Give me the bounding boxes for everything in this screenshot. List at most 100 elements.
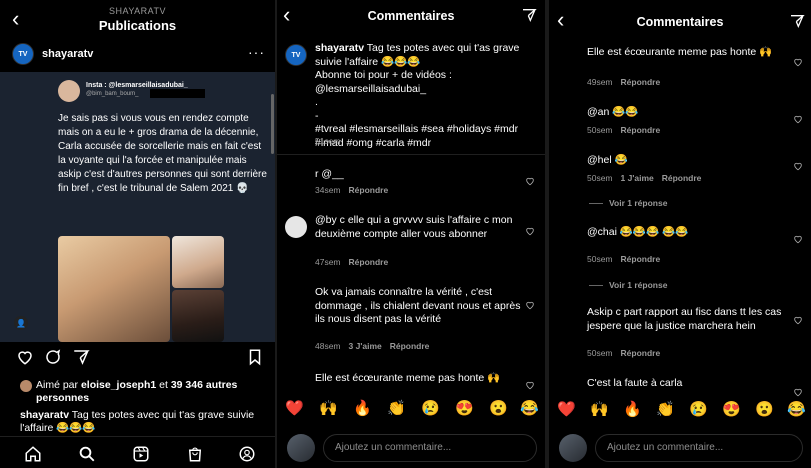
author-username[interactable]: shayaratv	[42, 48, 93, 60]
send-icon[interactable]	[789, 13, 805, 29]
comment-meta: 47sem Répondre	[315, 257, 396, 267]
comment-text: @an 😂😂	[587, 106, 639, 118]
comment-time: 50sem	[587, 348, 613, 358]
reply-button[interactable]: Répondre	[621, 125, 661, 135]
comment-icon[interactable]	[44, 348, 62, 366]
photo-portrait-brunette	[172, 290, 224, 342]
reply-button[interactable]: Répondre	[621, 348, 661, 358]
comment-like-icon[interactable]	[793, 387, 803, 397]
bottom-navigation	[0, 436, 275, 468]
emoji-clap[interactable]: 👏	[387, 400, 406, 418]
likes-user[interactable]: eloise_joseph1	[81, 379, 156, 391]
comment-like-icon[interactable]	[793, 234, 803, 244]
emoji-heart-eyes[interactable]: 😍	[722, 401, 741, 419]
page-title: Commentaires	[636, 15, 724, 29]
current-user-avatar	[287, 434, 315, 462]
author-avatar[interactable]: TV	[285, 44, 307, 66]
emoji-laugh[interactable]: 😂	[520, 400, 539, 418]
header: ‹ Commentaires	[549, 0, 811, 31]
comment-time: 47sem	[315, 257, 341, 267]
view-replies-label[interactable]: Voir 1 réponse	[609, 280, 667, 290]
emoji-clap[interactable]: 👏	[656, 401, 675, 419]
comments-panel-2: ‹ Commentaires Elle est écœurante meme p…	[549, 0, 811, 468]
emoji-cry[interactable]: 😢	[421, 400, 440, 418]
comment-like-icon[interactable]	[525, 176, 535, 186]
reply-button[interactable]: Répondre	[621, 77, 661, 87]
comment-like-icon[interactable]	[793, 114, 803, 124]
reply-button[interactable]: Répondre	[349, 185, 389, 195]
reply-button[interactable]: Répondre	[390, 341, 430, 351]
comment-text: Ok va jamais connaître la vérité , c'est…	[315, 286, 521, 325]
reels-icon[interactable]	[132, 445, 150, 463]
comment-text: Askip c part rapport au fisc dans tt les…	[587, 306, 782, 332]
send-icon[interactable]	[521, 7, 537, 23]
comment-like-icon[interactable]	[793, 57, 803, 67]
author-avatar[interactable]: TV	[12, 43, 34, 65]
comment-like-icon[interactable]	[525, 226, 535, 236]
comment-like-icon[interactable]	[525, 300, 535, 310]
comment-text: @hel 😂	[587, 154, 628, 166]
emoji-surprised[interactable]: 😮	[489, 400, 508, 418]
reply-button[interactable]: Répondre	[621, 254, 661, 264]
user-tag-icon[interactable]: 👤	[14, 316, 28, 330]
emoji-fire[interactable]: 🔥	[353, 400, 372, 418]
emoji-raised-hands[interactable]: 🙌	[590, 401, 609, 419]
home-icon[interactable]	[24, 445, 42, 463]
emoji-heart[interactable]: ❤️	[557, 401, 576, 419]
comment-like-icon[interactable]	[525, 380, 535, 390]
comment-meta: 49sem Répondre	[587, 77, 668, 87]
caption-line: .	[315, 96, 318, 108]
commenter-avatar[interactable]	[285, 216, 307, 238]
post-media[interactable]: Insta : @lesmarseillaisadubai_ @bim_bam_…	[0, 72, 275, 342]
emoji-surprised[interactable]: 😮	[755, 401, 774, 419]
current-user-avatar	[559, 434, 587, 462]
shop-icon[interactable]	[186, 445, 204, 463]
comment-likes-count[interactable]: 3 J'aime	[349, 341, 382, 351]
reply-button[interactable]: Répondre	[349, 257, 389, 267]
comment-input-placeholder[interactable]: Ajoutez un commentaire...	[335, 442, 451, 453]
comment-text: @chai 😂😂😂 😂😂	[587, 226, 689, 238]
emoji-heart-eyes[interactable]: 😍	[455, 400, 474, 418]
comment-time: 51sem	[315, 136, 341, 146]
caption-line: -	[315, 109, 319, 122]
comment-meta: 50sem Répondre	[587, 125, 668, 135]
comment-meta: 34sem Répondre	[315, 185, 396, 195]
emoji-laugh[interactable]: 😂	[787, 401, 806, 419]
caption-meta: 51sem	[315, 136, 349, 146]
reply-button[interactable]: Répondre	[662, 173, 702, 183]
emoji-cry[interactable]: 😢	[689, 401, 708, 419]
comment-text: @by c elle qui a grvvvv suis l'affaire c…	[315, 214, 513, 240]
comment-likes-count[interactable]: 1 J'aime	[621, 173, 654, 183]
emoji-fire[interactable]: 🔥	[623, 401, 642, 419]
view-replies-label[interactable]: Voir 1 réponse	[609, 198, 667, 208]
emoji-quick-reactions: ❤️ 🙌 🔥 👏 😢 😍 😮 😂	[277, 397, 545, 425]
more-options-icon[interactable]: ···	[248, 44, 265, 60]
emoji-heart[interactable]: ❤️	[285, 400, 304, 418]
emoji-raised-hands[interactable]: 🙌	[319, 400, 338, 418]
comment-input-placeholder[interactable]: Ajoutez un commentaire...	[607, 442, 723, 453]
comment-like-icon[interactable]	[793, 315, 803, 325]
comment-text: Elle est écœurante meme pas honte 🙌	[315, 372, 501, 384]
comment-meta: 50sem 1 J'aime Répondre	[587, 173, 709, 183]
search-icon[interactable]	[78, 445, 96, 463]
comment-like-icon[interactable]	[793, 161, 803, 171]
redacted-avatar	[285, 288, 307, 310]
tweet-handle: @bim_bam_boum_	[86, 91, 139, 97]
profile-icon[interactable]	[238, 445, 256, 463]
post-caption: shayaratv Tag tes potes avec qui t'as gr…	[20, 409, 270, 435]
view-replies-button[interactable]: Voir 1 réponse	[609, 198, 675, 208]
header: ‹ Commentaires	[277, 0, 545, 30]
comment-time: 49sem	[587, 77, 613, 87]
heart-icon[interactable]	[16, 348, 34, 366]
comment-meta: 50sem Répondre	[587, 348, 668, 358]
caption-comment: shayaratv Tag tes potes avec qui t'as gr…	[315, 42, 539, 150]
scrollbar[interactable]	[271, 94, 274, 154]
liker-avatar	[20, 380, 32, 392]
bookmark-icon[interactable]	[246, 348, 264, 366]
caption-username[interactable]: shayaratv	[315, 42, 364, 54]
comment-time: 34sem	[315, 185, 341, 195]
view-replies-button[interactable]: Voir 1 réponse	[609, 280, 675, 290]
caption-username[interactable]: shayaratv	[20, 409, 69, 421]
send-icon[interactable]	[72, 348, 90, 366]
likes-summary[interactable]: Aimé par eloise_joseph1 et 39 346 autres…	[36, 379, 264, 405]
